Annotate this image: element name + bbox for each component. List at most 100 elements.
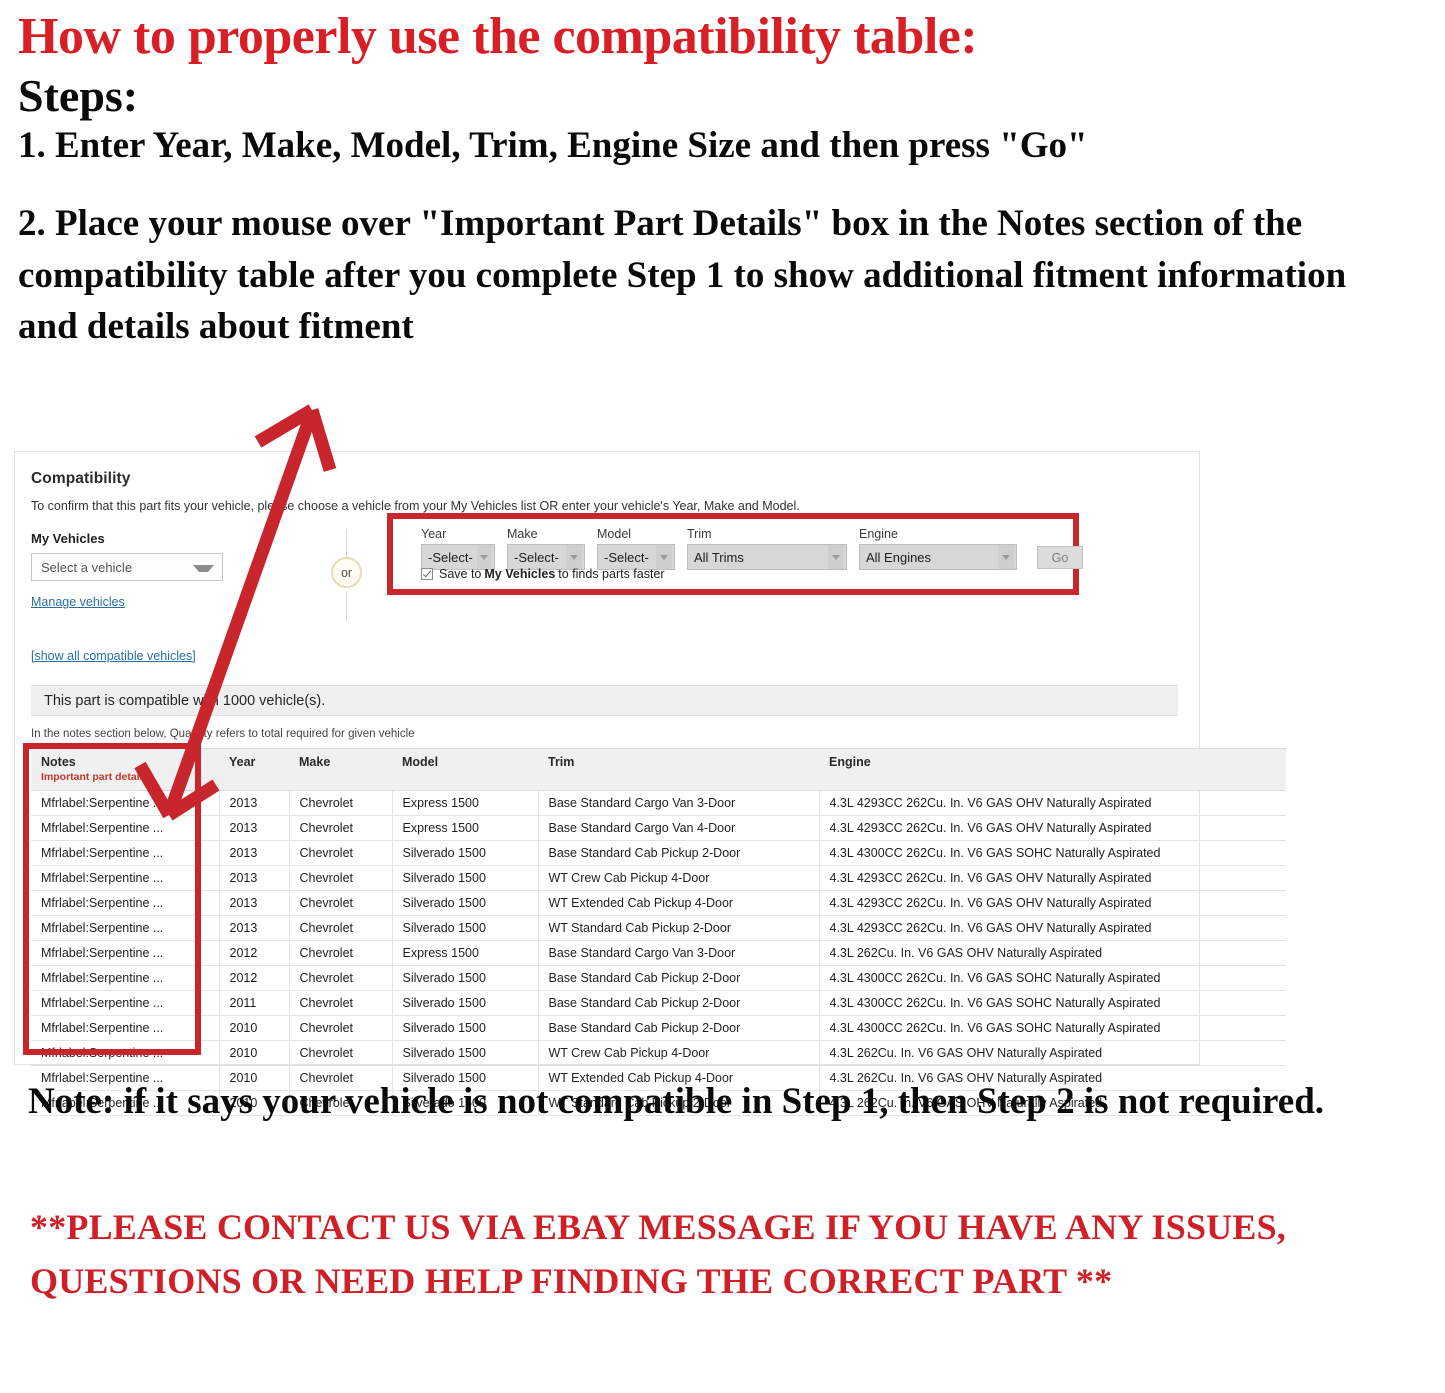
cell-notes: Mfrlabel:Serpentine ... — [31, 840, 220, 866]
cell-make: Chevrolet — [289, 915, 393, 941]
cell-engine: 4.3L 4293CC 262Cu. In. V6 GAS OHV Natura… — [819, 865, 1286, 891]
year-field: Year -Select- — [421, 527, 495, 570]
cell-year: 2012 — [219, 965, 290, 991]
cell-make: Chevrolet — [289, 790, 393, 816]
or-divider-line-bottom — [346, 591, 347, 621]
engine-label: Engine — [859, 527, 898, 541]
table-row[interactable]: Mfrlabel:Serpentine ... 2013 Chevrolet Silv… — [31, 840, 1286, 866]
footer-note: Note: if it says your vehicle is not com… — [28, 1081, 1325, 1122]
table-row[interactable]: Mfrlabel:Serpentine ... 2013 Chevrolet Silv… — [31, 865, 1286, 891]
table-row[interactable]: Mfrlabel:Serpentine ... 2013 Chevrolet Silv… — [31, 915, 1286, 941]
cell-model: Express 1500 — [392, 940, 539, 966]
cell-model: Silverado 1500 — [392, 890, 539, 916]
cell-year: 2013 — [219, 790, 290, 816]
column-header-notes[interactable]: Notes Important part details — [31, 748, 219, 791]
step-2-text: 2. Place your mouse over "Important Part… — [18, 203, 1347, 347]
chevron-down-icon — [476, 545, 492, 569]
table-row[interactable]: Mfrlabel:Serpentine ... 2010 Chevrolet Silv… — [31, 1015, 1286, 1041]
cell-make: Chevrolet — [289, 890, 393, 916]
cell-model: Express 1500 — [392, 790, 539, 816]
cell-trim: Base Standard Cab Pickup 2-Door — [538, 840, 820, 866]
engine-select-value: All Engines — [866, 549, 932, 565]
column-header-year[interactable]: Year — [219, 748, 289, 791]
cell-model: Silverado 1500 — [392, 965, 539, 991]
cell-make: Chevrolet — [289, 840, 393, 866]
compatibility-heading: Compatibility — [31, 470, 131, 487]
column-header-trim[interactable]: Trim — [538, 748, 819, 791]
show-all-compatible-vehicles-link[interactable]: [show all compatible vehicles] — [31, 649, 1183, 663]
cell-model: Silverado 1500 — [392, 1015, 539, 1041]
cell-trim: Base Standard Cab Pickup 2-Door — [538, 1015, 820, 1041]
cell-make: Chevrolet — [289, 990, 393, 1016]
table-row[interactable]: Mfrlabel:Serpentine ... 2012 Chevrolet Expr… — [31, 940, 1286, 966]
go-button[interactable]: Go — [1037, 546, 1083, 569]
cell-year: 2013 — [219, 890, 290, 916]
cell-engine: 4.3L 4300CC 262Cu. In. V6 GAS SOHC Natur… — [819, 1015, 1286, 1041]
table-row[interactable]: Mfrlabel:Serpentine ... 2013 Chevrolet Expr… — [31, 815, 1286, 841]
trim-select[interactable]: All Trims — [687, 544, 847, 570]
step-1-text: 1. Enter Year, Make, Model, Trim, Engine… — [18, 125, 1088, 167]
compatibility-result-banner: This part is compatible with 1000 vehicl… — [31, 685, 1178, 716]
footer-contact: **PLEASE CONTACT US VIA EBAY MESSAGE IF … — [30, 1207, 1287, 1301]
chevron-down-icon — [656, 545, 672, 569]
column-header-model[interactable]: Model — [392, 748, 538, 791]
engine-field: Engine All Engines — [859, 527, 1017, 570]
cell-notes: Mfrlabel:Serpentine ... — [31, 790, 220, 816]
notes-header-label: Notes — [41, 755, 76, 769]
cell-engine: 4.3L 4293CC 262Cu. In. V6 GAS OHV Natura… — [819, 790, 1286, 816]
cell-trim: WT Standard Cab Pickup 2-Door — [538, 915, 820, 941]
column-header-engine[interactable]: Engine — [819, 748, 1286, 791]
cell-engine: 4.3L 4300CC 262Cu. In. V6 GAS SOHC Natur… — [819, 840, 1286, 866]
or-divider: or — [326, 529, 368, 621]
cell-notes: Mfrlabel:Serpentine ... — [31, 940, 220, 966]
model-field: Model -Select- — [597, 527, 675, 570]
chevron-down-icon — [193, 565, 214, 572]
save-to-my-vehicles-row: Save to My Vehicles to finds parts faste… — [421, 567, 665, 581]
cell-engine: 4.3L 4300CC 262Cu. In. V6 GAS SOHC Natur… — [819, 965, 1286, 991]
cell-trim: WT Extended Cab Pickup 4-Door — [538, 890, 820, 916]
cell-engine: 4.3L 262Cu. In. V6 GAS OHV Naturally Asp… — [819, 1040, 1286, 1066]
cell-trim: WT Crew Cab Pickup 4-Door — [538, 865, 820, 891]
save-suffix-text: to finds parts faster — [558, 567, 665, 581]
cell-make: Chevrolet — [289, 965, 393, 991]
cell-model: Express 1500 — [392, 815, 539, 841]
or-badge: or — [331, 557, 362, 588]
column-header-make[interactable]: Make — [289, 748, 392, 791]
make-field: Make -Select- — [507, 527, 585, 570]
make-label: Make — [507, 527, 538, 541]
table-row[interactable]: Mfrlabel:Serpentine ... 2013 Chevrolet Silv… — [31, 890, 1286, 916]
save-to-my-vehicles-checkbox[interactable] — [421, 568, 433, 580]
trim-select-value: All Trims — [694, 549, 744, 565]
cell-notes: Mfrlabel:Serpentine ... — [31, 815, 220, 841]
trim-field: Trim All Trims — [687, 527, 847, 570]
fitment-table-body: Mfrlabel:Serpentine ... 2013 Chevrolet Expr… — [31, 790, 1286, 1116]
compatibility-subtitle: To confirm that this part fits your vehi… — [31, 499, 800, 513]
table-row[interactable]: Mfrlabel:Serpentine ... 2011 Chevrolet Silv… — [31, 990, 1286, 1016]
cell-engine: 4.3L 4293CC 262Cu. In. V6 GAS OHV Natura… — [819, 890, 1286, 916]
table-row[interactable]: Mfrlabel:Serpentine ... 2010 Chevrolet Silv… — [31, 1040, 1286, 1066]
cell-make: Chevrolet — [289, 1015, 393, 1041]
cell-year: 2013 — [219, 840, 290, 866]
cell-model: Silverado 1500 — [392, 990, 539, 1016]
cell-engine: 4.3L 4300CC 262Cu. In. V6 GAS SOHC Natur… — [819, 990, 1286, 1016]
cell-notes: Mfrlabel:Serpentine ... — [31, 1015, 220, 1041]
table-row[interactable]: Mfrlabel:Serpentine ... 2013 Chevrolet Expr… — [31, 790, 1286, 816]
cell-trim: Base Standard Cargo Van 3-Door — [538, 790, 820, 816]
model-label: Model — [597, 527, 632, 541]
cell-make: Chevrolet — [289, 940, 393, 966]
save-prefix-text: Save to — [439, 567, 482, 581]
cell-make: Chevrolet — [289, 1040, 393, 1066]
cell-trim: Base Standard Cab Pickup 2-Door — [538, 965, 820, 991]
cell-year: 2010 — [219, 1015, 290, 1041]
steps-label: Steps: — [18, 70, 139, 122]
engine-select[interactable]: All Engines — [859, 544, 1017, 570]
vehicle-picker-row: Year -Select- Make -Select- Model -Selec… — [421, 527, 1083, 570]
cell-engine: 4.3L 4293CC 262Cu. In. V6 GAS OHV Natura… — [819, 815, 1286, 841]
manage-vehicles-link[interactable]: Manage vehicles — [31, 595, 281, 609]
cell-notes: Mfrlabel:Serpentine ... — [31, 965, 220, 991]
my-vehicles-select[interactable]: Select a vehicle — [31, 553, 223, 581]
cell-model: Silverado 1500 — [392, 1040, 539, 1066]
chevron-down-icon — [998, 545, 1014, 569]
table-row[interactable]: Mfrlabel:Serpentine ... 2012 Chevrolet Silv… — [31, 965, 1286, 991]
fitment-table-header-row: Notes Important part details Year Make M… — [31, 748, 1286, 791]
